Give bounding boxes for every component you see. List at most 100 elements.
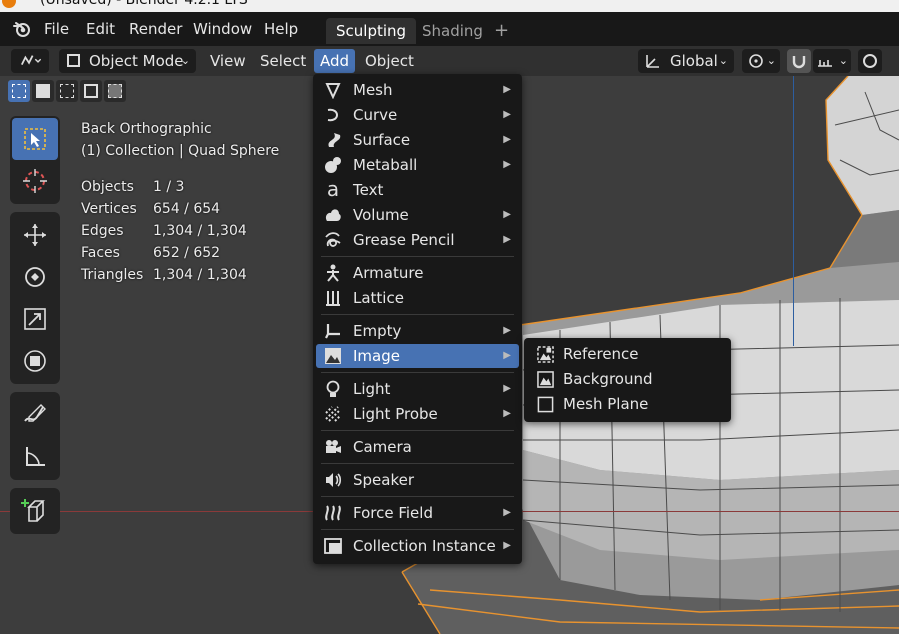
proportional-editing-icon [863,54,877,68]
light-probe-icon [325,406,341,422]
mesh-icon [325,83,341,99]
volume-icon [325,209,341,221]
image-submenu-mesh-plane[interactable]: Mesh Plane [528,392,727,416]
add-menu-light[interactable]: Light ▶ [316,377,519,401]
select-subtract-button[interactable] [56,80,78,102]
menu-separator [321,314,514,315]
object-mode-icon [67,54,80,67]
submenu-arrow-icon: ▶ [503,507,511,518]
stat-value: 654 / 654 [153,201,221,217]
select-intersect-icon [108,84,122,98]
submenu-arrow-icon: ▶ [503,209,511,220]
tab-shading[interactable]: Shading [412,18,493,44]
speaker-icon [326,473,342,487]
mode-dropdown[interactable]: Object Mode ⌄ [59,49,196,73]
window-titlebar: (Unsaved) - Blender 4.2.1 LTS [0,0,899,12]
stat-row: Edges 1,304 / 1,304 [81,220,247,242]
image-icon [325,348,341,364]
add-menu-empty[interactable]: Empty ▶ [316,319,519,343]
submenu-arrow-icon: ▶ [503,383,511,394]
text-icon: a [326,177,340,201]
image-submenu-background[interactable]: Background [528,367,727,391]
reference-image-icon [537,346,554,363]
add-menu-camera[interactable]: Camera [316,435,519,459]
add-menu-speaker[interactable]: Speaker [316,468,519,492]
add-menu-curve[interactable]: Curve ▶ [316,103,519,127]
measure-tool[interactable] [12,436,58,478]
add-menu-image[interactable]: Image ▶ [316,344,519,368]
header-menu-object[interactable]: Object [359,49,420,73]
header-menu-view[interactable]: View [204,49,252,73]
metaball-icon [325,157,341,173]
stat-value: 1 / 3 [153,179,185,195]
menu-item-label: Light [353,380,391,398]
submenu-arrow-icon: ▶ [503,109,511,120]
menu-item-label: Collection Instance [353,537,496,555]
camera-icon [326,440,341,453]
annotate-tool[interactable] [12,394,58,436]
submenu-item-label: Reference [563,345,639,363]
tab-sculpting[interactable]: Sculpting [326,18,417,44]
lattice-icon [326,291,340,306]
menu-edit[interactable]: Edit [80,18,121,40]
add-menu-volume[interactable]: Volume ▶ [316,203,519,227]
add-cube-icon [21,499,45,522]
snap-toggle[interactable] [787,49,811,73]
stat-label: Faces [81,245,120,261]
editor-type-button[interactable] [11,49,49,73]
move-tool[interactable] [12,214,58,256]
transform-orientation-dropdown[interactable]: Global ⌄ [638,49,734,73]
add-menu-text[interactable]: a Text [316,178,519,202]
snap-increment-icon [818,60,832,67]
select-new-button[interactable] [8,80,30,102]
add-menu-light-probe[interactable]: Light Probe ▶ [316,402,519,426]
select-subtract-icon [60,84,74,98]
header-menu-add[interactable]: Add [314,49,356,73]
rotate-tool[interactable] [12,256,58,298]
add-menu-force-field[interactable]: Force Field ▶ [316,501,519,525]
chevron-down-icon: ⌄ [718,54,728,67]
menu-separator [321,372,514,373]
proportional-editing-toggle[interactable] [858,49,882,73]
add-menu-mesh[interactable]: Mesh ▶ [316,78,519,102]
stat-row: Objects 1 / 3 [81,176,247,198]
light-icon [326,380,340,397]
submenu-arrow-icon: ▶ [503,84,511,95]
image-submenu-reference[interactable]: Reference [528,342,727,366]
select-new-icon [12,84,26,98]
menu-render[interactable]: Render [123,18,188,40]
select-box-icon [24,128,46,150]
collection-info: (1) Collection | Quad Sphere [81,143,280,159]
add-menu-dropdown: Mesh ▶ Curve ▶ Surface ▶ Metaball ▶ a Text V… [313,74,522,564]
collection-instance-icon [324,538,342,554]
transform-tool[interactable] [12,340,58,382]
add-menu-surface[interactable]: Surface ▶ [316,128,519,152]
header-menu-select[interactable]: Select [254,49,312,73]
add-menu-metaball[interactable]: Metaball ▶ [316,153,519,177]
add-menu-lattice[interactable]: Lattice [316,286,519,310]
pivot-point-dropdown[interactable]: ⌄ [742,49,780,73]
add-workspace-button[interactable]: + [484,18,519,44]
image-submenu: Reference Background Mesh Plane [524,338,731,422]
select-invert-button[interactable] [80,80,102,102]
add-cube-tool[interactable] [12,490,58,532]
snap-target-dropdown[interactable]: ⌄ [813,49,851,73]
cursor-tool[interactable] [12,160,58,202]
menu-file[interactable]: File [38,18,75,40]
add-menu-collection-instance[interactable]: Collection Instance ▶ [316,534,519,558]
menu-item-label: Curve [353,106,398,124]
select-intersect-button[interactable] [104,80,126,102]
select-box-tool[interactable] [12,118,58,160]
select-mode-bar [8,80,126,106]
3d-cursor-icon [23,169,47,193]
menu-help[interactable]: Help [258,18,304,40]
select-invert-icon [84,84,98,98]
orientation-label: Global [670,52,718,70]
select-extend-button[interactable] [32,80,54,102]
blender-menu-icon[interactable] [12,19,32,39]
scale-tool[interactable] [12,298,58,340]
add-menu-armature[interactable]: Armature [316,261,519,285]
add-menu-grease-pencil[interactable]: Grease Pencil ▶ [316,228,519,252]
scale-icon [24,308,46,330]
menu-window[interactable]: Window [187,18,258,40]
